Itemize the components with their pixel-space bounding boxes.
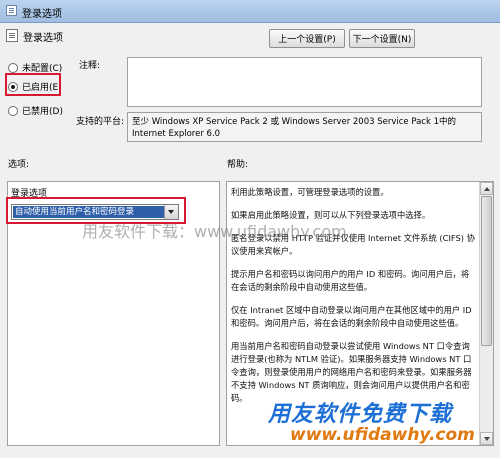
policy-document-icon: [6, 5, 17, 16]
scroll-thumb[interactable]: [481, 196, 492, 346]
setting-document-icon: [6, 29, 18, 42]
options-section-label: 选项:: [8, 160, 30, 170]
radio-disabled[interactable]: 已禁用(D): [8, 104, 63, 117]
center-watermark: 用友软件下载：www.ufidawhy.com: [82, 222, 347, 241]
radio-button-icon[interactable]: [8, 105, 18, 116]
comment-label: 注释:: [79, 61, 101, 71]
logo-watermark: 用友软件免费下载: [268, 402, 453, 427]
help-paragraph: 利用此策略设置，可管理登录选项的设置。: [231, 187, 389, 197]
scroll-up-arrow-icon[interactable]: [480, 182, 493, 195]
radio-button-icon[interactable]: [8, 62, 18, 73]
window-title: 登录选项: [22, 9, 62, 20]
title-bar: 登录选项: [0, 0, 500, 23]
previous-setting-button[interactable]: 上一个设置(P): [269, 29, 345, 48]
next-setting-button[interactable]: 下一个设置(N): [349, 29, 415, 48]
enabled-highlight-box: [5, 73, 61, 96]
logo-url-watermark: www.ufidawhy.com: [290, 425, 475, 445]
scroll-down-arrow-icon[interactable]: [480, 432, 493, 445]
supported-platform-label: 支持的平台:: [76, 117, 125, 127]
help-section-label: 帮助:: [227, 160, 249, 170]
help-scrollbar[interactable]: [479, 182, 493, 445]
radio-label: 已禁用(D): [22, 107, 63, 117]
supported-platform-text: 至少 Windows XP Service Pack 2 或 Windows S…: [127, 112, 482, 142]
help-paragraph: 仅在 Intranet 区域中自动登录以询问用户在其他区域中的用户 ID 和密码…: [231, 305, 472, 328]
help-paragraph: 提示用户名和密码以询问用户的用户 ID 和密码。询问用户后，将在会话的剩余阶段中…: [231, 269, 470, 292]
comment-textarea[interactable]: [127, 57, 482, 107]
setting-title: 登录选项: [23, 33, 63, 44]
